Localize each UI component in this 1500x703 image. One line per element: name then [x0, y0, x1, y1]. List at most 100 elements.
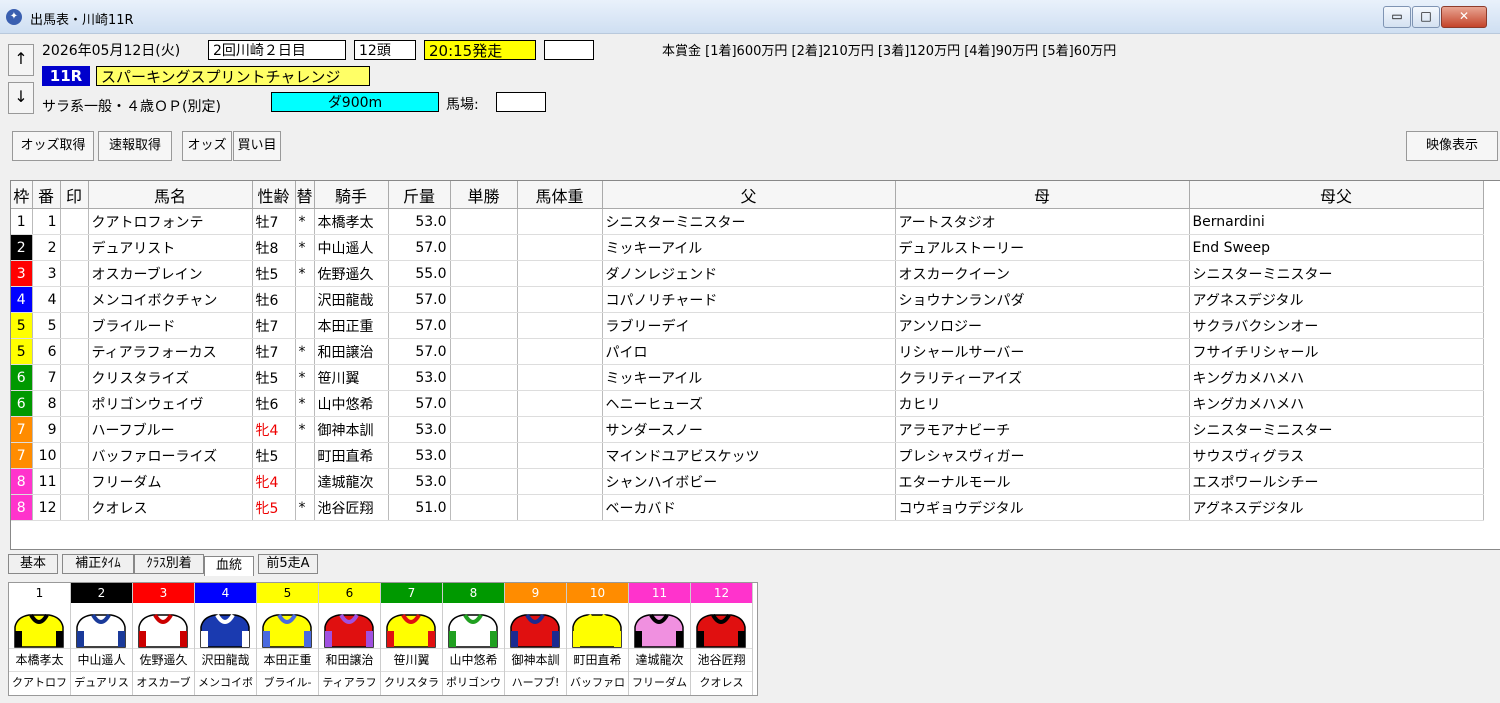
prize-info: 本賞金 [1着]600万円 [2着]210万円 [3着]120万円 [4着]90… — [662, 44, 1117, 59]
jockey-silk-icon — [505, 603, 566, 648]
next-race-button[interactable]: ↓ — [8, 82, 34, 114]
col-weight[interactable]: 斤量 — [388, 181, 451, 209]
silk-card[interactable]: 3 佐野遥久 オスカーブ — [133, 583, 195, 695]
minimize-button[interactable]: ▭ — [1383, 6, 1411, 28]
horse-name: デュアリスト — [88, 234, 253, 261]
col-num[interactable]: 番 — [32, 181, 61, 209]
flash-fetch-button[interactable]: 速報取得 — [98, 131, 172, 161]
silk-jockey: 佐野遥久 — [133, 648, 194, 671]
silk-card[interactable]: 10 町田直希 バッファロ — [567, 583, 629, 695]
going-label: 馬場: — [446, 97, 479, 113]
tab-basic[interactable]: 基本 — [8, 554, 58, 574]
silk-jockey: 沢田龍哉 — [195, 648, 256, 671]
waku-cell: 5 — [11, 312, 33, 339]
damsire-name: サウスヴィグラス — [1189, 442, 1484, 469]
table-row[interactable]: 2 2 デュアリスト 牡8 * 中山遥人 57.0 ミッキーアイル デュアルストーリー End S… — [11, 234, 1484, 261]
tab-last5[interactable]: 前5走A — [258, 554, 318, 574]
tab-pedigree[interactable]: 血統 — [204, 556, 254, 576]
table-row[interactable]: 3 3 オスカーブレイン 牡5 * 佐野遥久 55.0 ダノンレジェンド オスカークイーン シニス… — [11, 260, 1484, 287]
damsire-name: キングカメハメハ — [1189, 390, 1484, 417]
col-mark[interactable]: 印 — [60, 181, 89, 209]
silk-card[interactable]: 6 和田譲治 ティアラフ — [319, 583, 381, 695]
col-odds[interactable]: 単勝 — [450, 181, 518, 209]
change-mark — [295, 312, 315, 339]
carried-weight: 53.0 — [388, 208, 451, 235]
carried-weight: 55.0 — [388, 260, 451, 287]
close-button[interactable]: ✕ — [1441, 6, 1487, 28]
col-change[interactable]: 替 — [295, 181, 315, 209]
table-row[interactable]: 6 8 ポリゴンウェイヴ 牡6 * 山中悠希 57.0 ヘニーヒューズ カヒリ キングカメハメハ — [11, 390, 1484, 417]
sex-age: 牝5 — [252, 494, 296, 521]
damsire-name: アグネスデジタル — [1189, 494, 1484, 521]
jockey-silk-icon — [567, 603, 628, 648]
table-row[interactable]: 5 6 ティアラフォーカス 牡7 * 和田譲治 57.0 パイロ リシャールサーバー フサイチリシ… — [11, 338, 1484, 365]
silk-card[interactable]: 5 本田正重 ブライル- — [257, 583, 319, 695]
going-value — [496, 92, 546, 112]
silk-card[interactable]: 2 中山遥人 デュアリス — [71, 583, 133, 695]
horse-name: ポリゴンウェイヴ — [88, 390, 253, 417]
change-mark: * — [295, 494, 315, 521]
odds-button[interactable]: オッズ — [182, 131, 232, 161]
silk-card[interactable]: 7 笹川翼 クリスタラ — [381, 583, 443, 695]
table-header-row: 枠 番 印 馬名 性齢 替 騎手 斤量 単勝 馬体重 父 母 母父 — [11, 181, 1484, 209]
change-mark: * — [295, 416, 315, 443]
prev-race-button[interactable]: ↑ — [8, 44, 34, 76]
num-cell: 6 — [32, 338, 61, 365]
silk-card[interactable]: 1 本橋孝太 クアトロフ — [9, 583, 71, 695]
sire-name: シャンハイボビー — [602, 468, 896, 495]
table-row[interactable]: 4 4 メンコイボクチャン 牡6 沢田龍哉 57.0 コパノリチャード ショウナンランパダ アグ… — [11, 286, 1484, 313]
silk-horse: クリスタラ — [381, 671, 442, 694]
silk-number: 11 — [629, 583, 690, 603]
silk-card[interactable]: 12 池谷匠翔 クオレス — [691, 583, 753, 695]
table-row[interactable]: 5 5 ブライルード 牡7 本田正重 57.0 ラブリーデイ アンソロジー サクラバクシンオー — [11, 312, 1484, 339]
change-mark: * — [295, 234, 315, 261]
horse-name: ハーフブルー — [88, 416, 253, 443]
odds-fetch-button[interactable]: オッズ取得 — [12, 131, 94, 161]
body-weight — [517, 234, 603, 261]
table-row[interactable]: 7 10 バッファローライズ 牡5 町田直希 53.0 マインドユアビスケッツ プレシャスヴィ… — [11, 442, 1484, 469]
tab-corrected-time[interactable]: 補正ﾀｲﾑ — [62, 554, 134, 574]
table-row[interactable]: 8 11 フリーダム 牝4 達城龍次 53.0 シャンハイボビー エターナルモール エスポワール… — [11, 468, 1484, 495]
tab-class-results[interactable]: ｸﾗｽ別着 — [134, 554, 204, 574]
damsire-name: エスポワールシチー — [1189, 468, 1484, 495]
silk-horse: メンコイボ — [195, 671, 256, 694]
bets-button[interactable]: 買い目 — [233, 131, 281, 161]
col-waku[interactable]: 枠 — [11, 181, 33, 209]
silk-card[interactable]: 9 御神本訓 ハーフブ! — [505, 583, 567, 695]
waku-cell: 8 — [11, 494, 33, 521]
silk-number: 5 — [257, 583, 318, 603]
horse-name: フリーダム — [88, 468, 253, 495]
sire-name: サンダースノー — [602, 416, 896, 443]
num-cell: 11 — [32, 468, 61, 495]
table-row[interactable]: 7 9 ハーフブルー 牝4 * 御神本訓 53.0 サンダースノー アラモアナビーチ シニスターミ… — [11, 416, 1484, 443]
num-cell: 8 — [32, 390, 61, 417]
mark-cell — [60, 390, 89, 417]
change-mark — [295, 286, 315, 313]
table-row[interactable]: 1 1 クアトロフォンテ 牡7 * 本橋孝太 53.0 シニスターミニスター アートスタジオ Be… — [11, 208, 1484, 235]
jockey-name: 和田譲治 — [314, 338, 389, 365]
maximize-button[interactable]: □ — [1412, 6, 1440, 28]
silk-card[interactable]: 8 山中悠希 ポリゴンウ — [443, 583, 505, 695]
dam-name: プレシャスヴィガー — [895, 442, 1190, 469]
col-sire[interactable]: 父 — [602, 181, 896, 209]
dam-name: コウギョウデジタル — [895, 494, 1190, 521]
win-odds — [450, 416, 518, 443]
col-bodyweight[interactable]: 馬体重 — [517, 181, 603, 209]
col-horse[interactable]: 馬名 — [88, 181, 253, 209]
table-row[interactable]: 8 12 クオレス 牝5 * 池谷匠翔 51.0 ベーカバド コウギョウデジタル アグネスデジタル — [11, 494, 1484, 521]
mark-cell — [60, 468, 89, 495]
body-weight — [517, 312, 603, 339]
dam-name: ショウナンランパダ — [895, 286, 1190, 313]
silk-jockey: 町田直希 — [567, 648, 628, 671]
silk-card[interactable]: 4 沢田龍哉 メンコイボ — [195, 583, 257, 695]
col-jockey[interactable]: 騎手 — [314, 181, 389, 209]
col-damsire[interactable]: 母父 — [1189, 181, 1484, 209]
table-row[interactable]: 6 7 クリスタライズ 牡5 * 笹川翼 53.0 ミッキーアイル クラリティーアイズ キングカメ… — [11, 364, 1484, 391]
body-weight — [517, 468, 603, 495]
dam-name: エターナルモール — [895, 468, 1190, 495]
col-dam[interactable]: 母 — [895, 181, 1190, 209]
col-sexage[interactable]: 性齢 — [252, 181, 296, 209]
jockey-silk-icon — [133, 603, 194, 648]
silk-card[interactable]: 11 達城龍次 フリーダム — [629, 583, 691, 695]
video-button[interactable]: 映像表示 — [1406, 131, 1498, 161]
